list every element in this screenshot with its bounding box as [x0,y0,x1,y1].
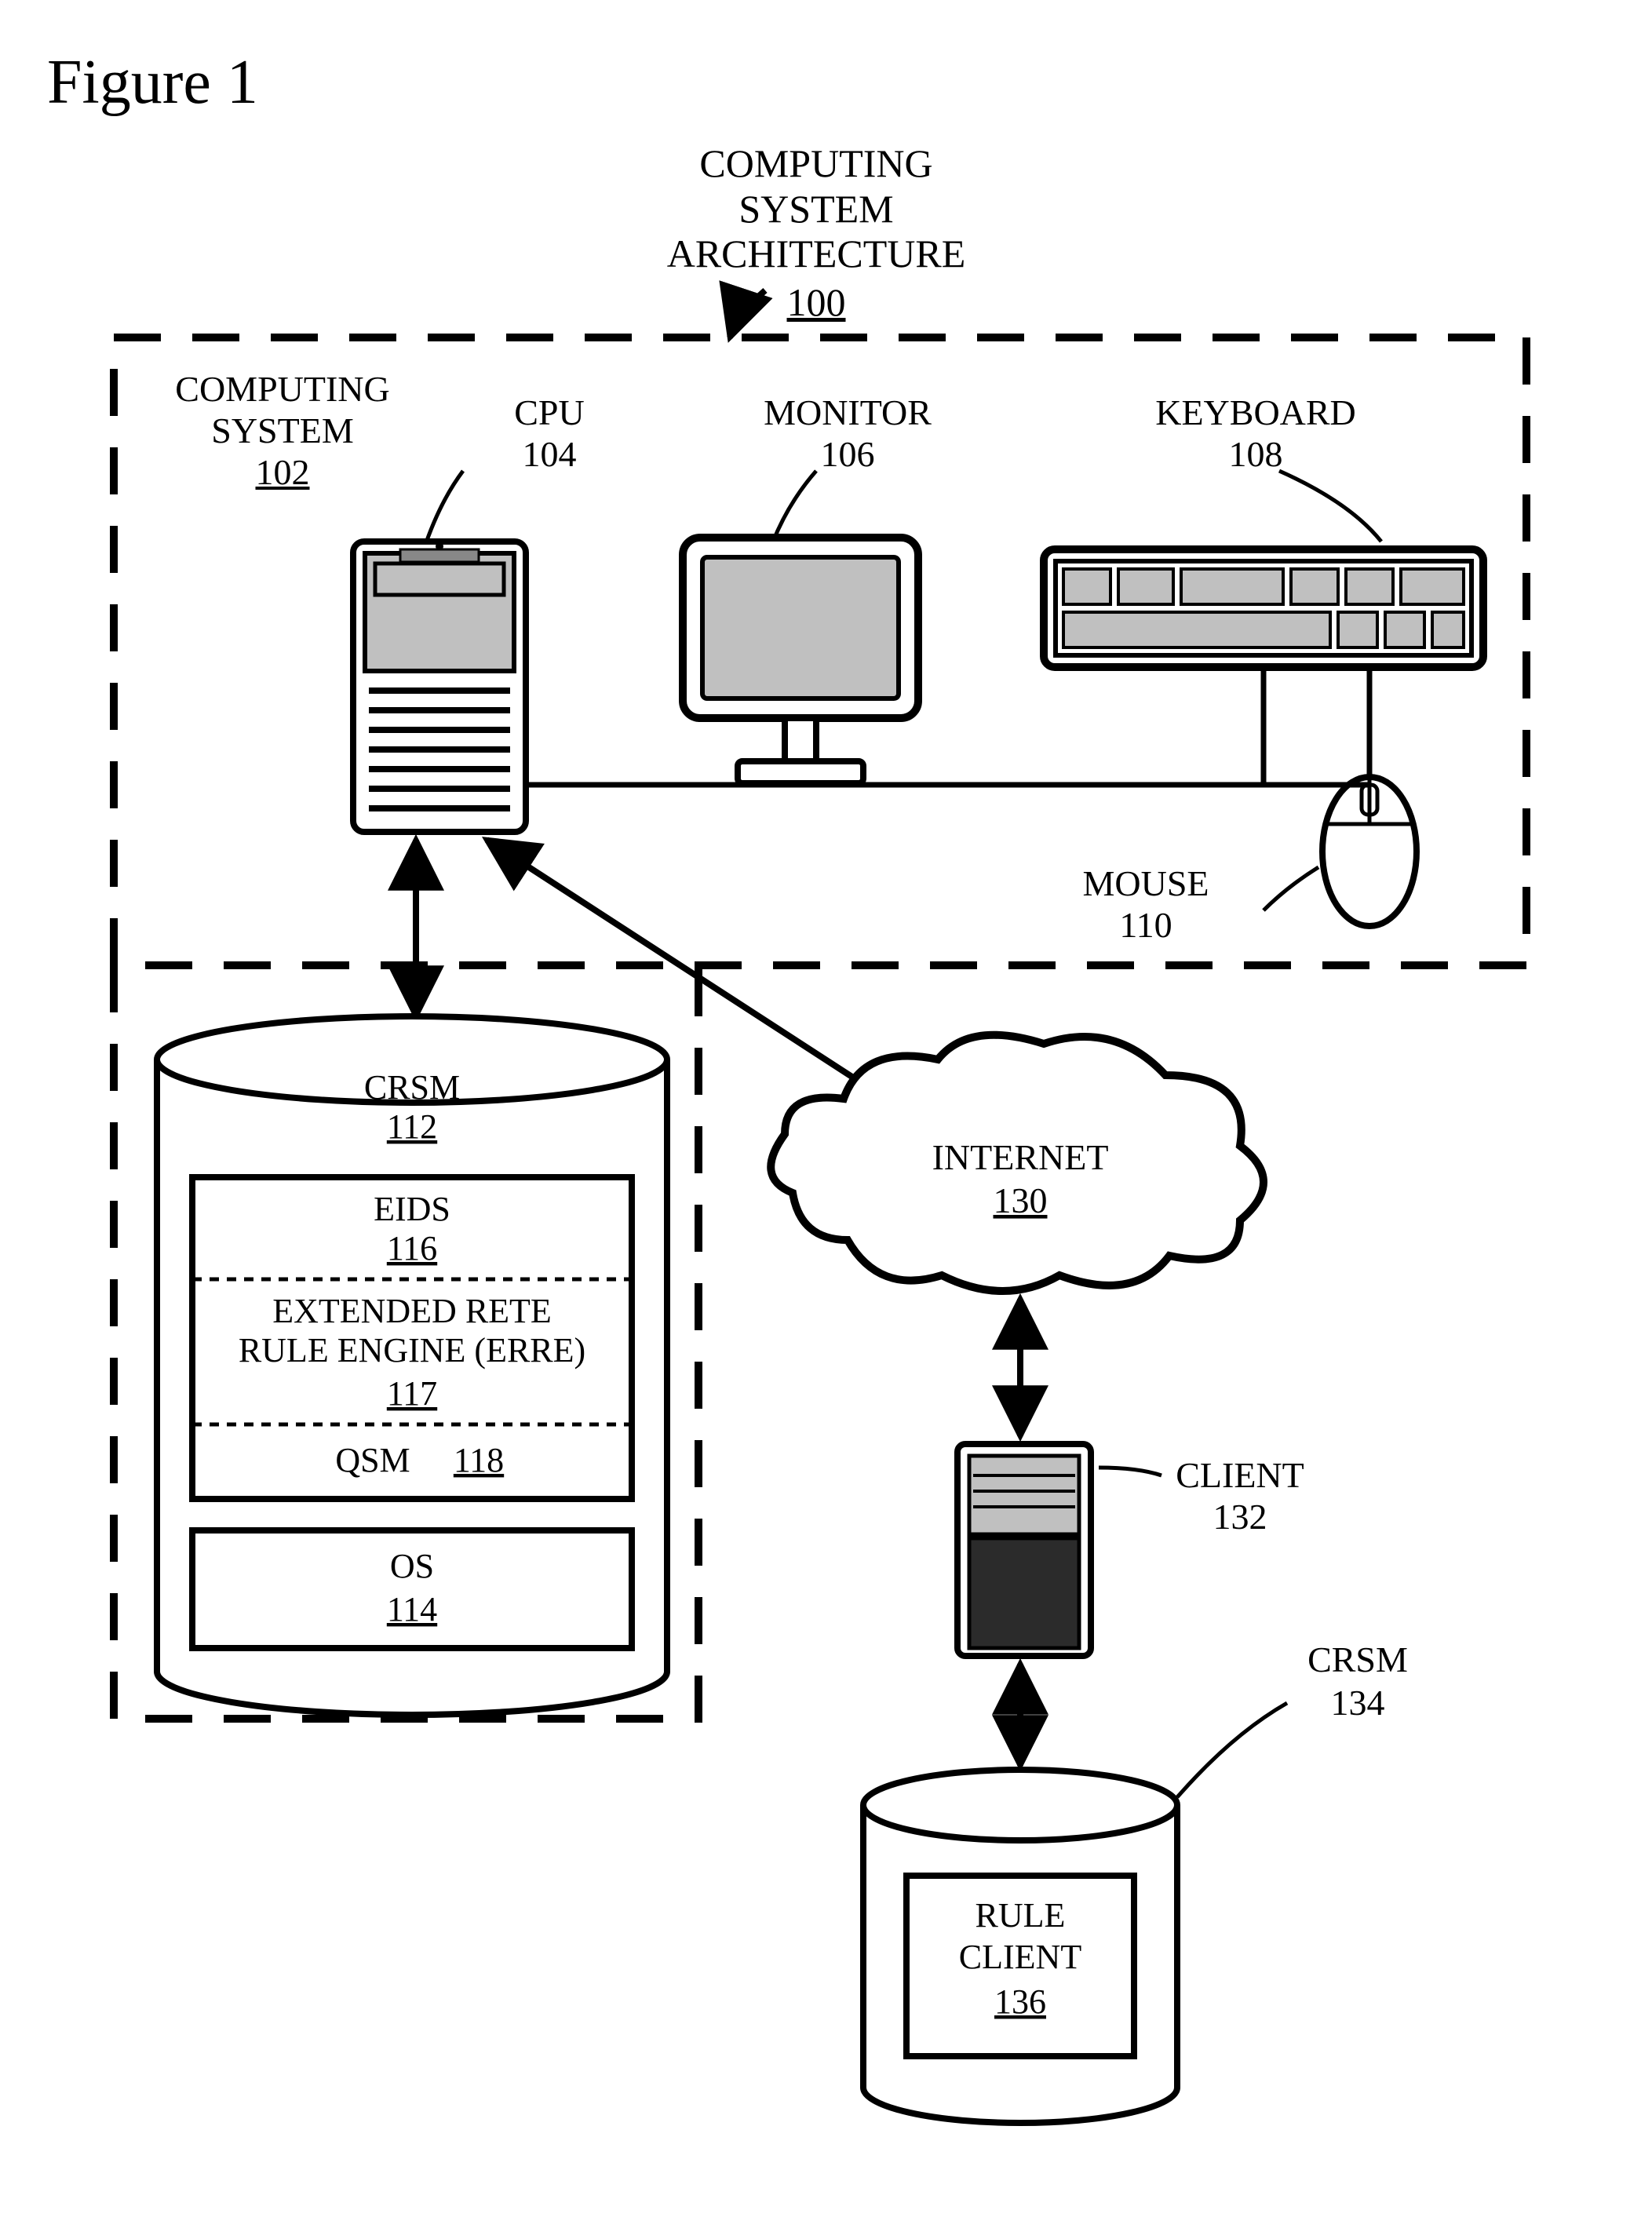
crsm-ref: 112 [387,1107,437,1146]
qsm-text: QSM [335,1441,410,1479]
os-ref: 114 [387,1590,437,1628]
erre-l2: RULE ENGINE (ERRE) [239,1331,585,1369]
rule-client-ref: 136 [994,1982,1046,2021]
erre-l1: EXTENDED RETE [272,1292,552,1330]
crsm-cylinder: CRSM 112 EIDS 116 EXTENDED RETE RULE ENG… [157,1016,667,1715]
diagram-svg: CRSM 112 EIDS 116 EXTENDED RETE RULE ENG… [0,0,1652,2221]
keyboard-icon [1044,471,1483,667]
client-box: CLIENT 132 [957,1444,1304,1656]
qsm-ref: 118 [454,1441,504,1479]
crsm-text: CRSM [364,1068,460,1107]
crsm2-cylinder: RULE CLIENT 136 [863,1770,1177,2123]
rule-client-l1: RULE [976,1896,1066,1935]
internet-ref: 130 [994,1180,1048,1220]
eids-ref: 116 [387,1229,437,1267]
eids-text: EIDS [374,1190,450,1228]
crsm2-text: CRSM [1307,1639,1408,1679]
erre-ref: 117 [387,1374,437,1413]
os-text: OS [390,1547,434,1585]
mouse-icon [1264,777,1417,926]
monitor-icon [683,471,918,783]
rule-client-l2: CLIENT [959,1938,1082,1976]
client-text: CLIENT [1176,1455,1304,1495]
diagram-page: Figure 1 COMPUTING SYSTEM ARCHITECTURE 1… [0,0,1652,2221]
internet-text: INTERNET [932,1137,1109,1177]
crsm2-ref: 134 [1331,1683,1385,1723]
cpu-icon [353,471,526,832]
client-ref: 132 [1213,1497,1267,1537]
